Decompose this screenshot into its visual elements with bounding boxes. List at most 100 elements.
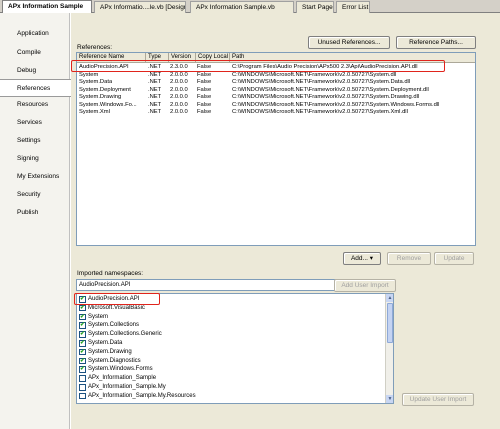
add-reference-label: Add... [350, 255, 368, 262]
references-label: References: [77, 44, 113, 51]
namespace-checkbox[interactable]: ✔ [79, 366, 86, 373]
references-list[interactable]: Reference Name Type Version Copy Local P… [76, 52, 476, 246]
reference-copy-local: False [197, 79, 212, 85]
reference-name: System.Xml [79, 109, 110, 115]
reference-row[interactable]: System.Deployment .NET 2.0.0.0 False C:\… [77, 86, 475, 95]
namespace-checkbox[interactable] [79, 375, 86, 382]
namespace-checkbox[interactable]: ✔ [79, 348, 86, 356]
project-properties-nav: Application Compile Debug References Res… [0, 13, 71, 429]
nav-item-security[interactable]: Security [0, 186, 70, 204]
remove-reference-button[interactable]: Remove [387, 252, 431, 265]
nav-item-references[interactable]: References [0, 79, 71, 97]
nav-item-settings[interactable]: Settings [0, 132, 70, 150]
nav-item-debug[interactable]: Debug [0, 62, 70, 80]
nav-item-services[interactable]: Services [0, 114, 70, 132]
tab-error-list[interactable]: Error List [336, 1, 370, 13]
namespace-checkbox[interactable]: ✔ [79, 304, 86, 312]
update-user-import-button[interactable]: Update User Import [402, 393, 474, 406]
imported-namespaces-list[interactable]: ✔ AudioPrecision.API ✔ Microsoft.VisualB… [76, 293, 394, 404]
reference-row[interactable]: System.Xml .NET 2.0.0.0 False C:\WINDOWS… [77, 109, 475, 117]
namespace-label: APx_Information_Sample.My.Resources [88, 392, 196, 399]
imported-namespaces-label: Imported namespaces: [77, 270, 144, 277]
reference-path: C:\WINDOWS\Microsoft.NET\Framework\v2.0.… [232, 86, 429, 93]
namespace-checkbox[interactable]: ✔ [79, 340, 86, 347]
reference-copy-local: False [197, 101, 212, 108]
namespaces-scrollbar[interactable]: ▲ ▼ [385, 294, 393, 403]
tab-apx-information-sample[interactable]: APx Information Sample [2, 0, 92, 13]
dropdown-arrow-icon: ▾ [369, 255, 374, 262]
reference-row[interactable]: System.Windows.Fo... .NET 2.0.0.0 False … [77, 101, 475, 110]
nav-item-my-extensions[interactable]: My Extensions [0, 168, 70, 186]
namespace-checkbox[interactable] [79, 392, 86, 400]
namespace-label: System.Collections [88, 322, 140, 329]
namespace-checkbox[interactable]: ✔ [79, 357, 86, 365]
namespace-checkbox[interactable]: ✔ [79, 322, 86, 329]
nav-item-resources[interactable]: Resources [0, 96, 70, 114]
namespace-label: Microsoft.VisualBasic [88, 304, 145, 311]
reference-path: C:\WINDOWS\Microsoft.NET\Framework\v2.0.… [232, 71, 397, 78]
namespace-item[interactable]: ✔ Microsoft.VisualBasic [77, 304, 387, 313]
namespace-label: APx_Information_Sample [88, 375, 157, 382]
namespace-checkbox[interactable]: ✔ [79, 313, 86, 321]
update-reference-button[interactable]: Update [434, 252, 474, 265]
namespace-label: System [88, 313, 109, 320]
tab-start-page[interactable]: Start Page [296, 1, 334, 13]
reference-version: 2.0.0.0 [170, 79, 188, 85]
document-tab-bar: APx Information Sample APx Informatio...… [0, 0, 500, 13]
tab-design[interactable]: APx Informatio....le.vb [Design] [94, 1, 186, 13]
nav-item-publish[interactable]: Publish [0, 204, 70, 222]
reference-paths-button[interactable]: Reference Paths... [396, 36, 476, 49]
reference-path: C:\WINDOWS\Microsoft.NET\Framework\v2.0.… [232, 79, 411, 85]
nav-item-application[interactable]: Application [0, 25, 70, 43]
namespace-checkbox[interactable]: ✔ [79, 331, 86, 338]
reference-name: System [79, 71, 99, 78]
namespace-label: System.Diagnostics [88, 357, 141, 364]
namespace-label: System.Collections.Generic [88, 331, 162, 338]
nav-item-compile[interactable]: Compile [0, 44, 70, 62]
reference-copy-local: False [197, 109, 212, 115]
reference-path: C:\WINDOWS\Microsoft.NET\Framework\v2.0.… [232, 101, 440, 108]
namespace-checkbox[interactable] [79, 384, 86, 391]
tab-vb-file[interactable]: APx Information Sample.vb [190, 1, 294, 13]
reference-row[interactable]: System.Drawing .NET 2.0.0.0 False C:\WIN… [77, 94, 475, 102]
namespace-item[interactable]: APx_Information_Sample [77, 374, 387, 383]
namespace-item[interactable]: ✔ System.Collections [77, 321, 387, 330]
reference-name: System.Windows.Fo... [79, 101, 137, 108]
reference-version: 2.0.0.0 [170, 86, 188, 93]
reference-row[interactable]: System .NET 2.0.0.0 False C:\WINDOWS\Mic… [77, 71, 475, 80]
scroll-up-arrow-icon[interactable]: ▲ [386, 294, 393, 302]
reference-type: .NET [148, 101, 162, 108]
reference-copy-local: False [197, 86, 212, 93]
reference-name: System.Data [79, 79, 113, 85]
reference-type: .NET [148, 109, 162, 115]
reference-name: System.Drawing [79, 94, 122, 100]
add-user-import-button[interactable]: Add User Import [334, 279, 396, 292]
unused-references-button[interactable]: Unused References... [308, 36, 390, 49]
namespace-label: System.Data [88, 340, 123, 346]
namespace-label: System.Windows.Forms [88, 366, 153, 373]
reference-path: C:\WINDOWS\Microsoft.NET\Framework\v2.0.… [232, 94, 420, 100]
namespace-item[interactable]: ✔ System.Drawing [77, 348, 387, 357]
reference-type: .NET [148, 71, 162, 78]
reference-row[interactable]: System.Data .NET 2.0.0.0 False C:\WINDOW… [77, 79, 475, 87]
reference-version: 2.0.0.0 [170, 94, 188, 100]
reference-copy-local: False [197, 71, 212, 78]
reference-version: 2.0.0.0 [170, 71, 188, 78]
namespace-item[interactable]: ✔ System.Data [77, 339, 387, 348]
reference-version: 2.0.0.0 [170, 109, 188, 115]
namespace-item[interactable]: ✔ System.Collections.Generic [77, 330, 387, 339]
reference-name: System.Deployment [79, 86, 131, 93]
reference-copy-local: False [197, 94, 212, 100]
highlight-box [74, 293, 160, 305]
nav-item-signing[interactable]: Signing [0, 150, 70, 168]
add-reference-button[interactable]: Add... ▾ [343, 252, 381, 265]
namespace-item[interactable]: ✔ System [77, 313, 387, 322]
scroll-down-arrow-icon[interactable]: ▼ [386, 395, 393, 403]
reference-path: C:\WINDOWS\Microsoft.NET\Framework\v2.0.… [232, 109, 408, 115]
reference-type: .NET [148, 94, 162, 100]
namespace-item[interactable]: ✔ System.Diagnostics [77, 357, 387, 366]
namespace-item[interactable]: APx_Information_Sample.My.Resources [77, 392, 387, 401]
namespace-item[interactable]: ✔ System.Windows.Forms [77, 365, 387, 374]
scrollbar-thumb[interactable] [387, 303, 393, 343]
namespace-item[interactable]: APx_Information_Sample.My [77, 383, 387, 392]
